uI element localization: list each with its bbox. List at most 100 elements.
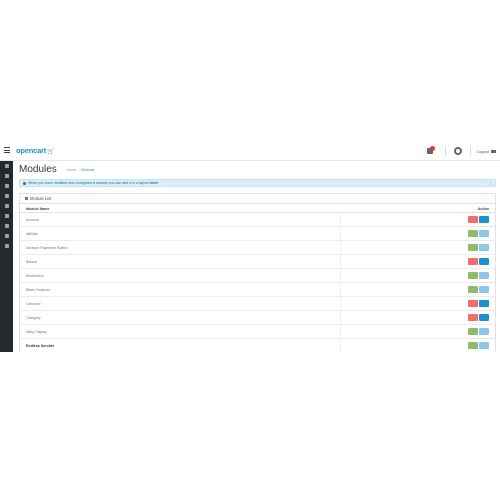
catalog-icon <box>4 174 9 178</box>
row-actions <box>467 328 489 335</box>
sidebar-item-sales[interactable] <box>0 201 13 211</box>
top-header: opencart🛒 Logout <box>0 141 500 161</box>
module-list-panel: Module List Module Name Action Account Af… <box>19 193 496 352</box>
sidebar-item-extensions[interactable] <box>0 181 13 191</box>
sidebar-item-design[interactable] <box>0 191 13 201</box>
breadcrumb: Home Modules <box>67 168 99 172</box>
install-button[interactable] <box>468 286 478 293</box>
module-name: Amazon Payments Button <box>26 246 68 250</box>
header-actions: Logout <box>426 146 496 156</box>
module-name: Endless Scroller <box>26 344 55 348</box>
sidebar-item-marketing[interactable] <box>0 221 13 231</box>
gear-icon[interactable] <box>453 147 462 155</box>
sidebar-item-customers[interactable] <box>0 211 13 221</box>
table-row: Endless Scroller <box>20 339 495 352</box>
extensions-icon <box>4 184 9 188</box>
sign-out-icon <box>491 149 496 153</box>
uninstall-button[interactable] <box>468 258 478 265</box>
logo[interactable]: opencart🛒 <box>16 146 55 155</box>
module-name: eBay Display <box>26 330 47 334</box>
info-icon <box>23 181 26 185</box>
list-icon <box>25 197 28 200</box>
table-row: Category <box>20 311 495 325</box>
install-button[interactable] <box>468 328 478 335</box>
row-actions <box>467 230 489 237</box>
panel-heading: Module List <box>20 194 495 204</box>
edit-button[interactable] <box>479 286 489 293</box>
sidebar-item-catalog[interactable] <box>0 171 13 181</box>
divider <box>444 146 446 156</box>
module-name: Account <box>26 218 39 222</box>
table-row: Carousel <box>20 297 495 311</box>
install-button[interactable] <box>468 244 478 251</box>
install-button[interactable] <box>468 272 478 279</box>
row-actions <box>467 272 489 279</box>
edit-button[interactable] <box>479 244 489 251</box>
table-header: Module Name Action <box>20 204 495 213</box>
module-name: Category <box>26 316 41 320</box>
uninstall-button[interactable] <box>468 314 478 321</box>
row-actions <box>467 342 489 349</box>
reports-icon <box>4 244 9 248</box>
edit-button[interactable] <box>479 272 489 279</box>
column-action: Action <box>477 207 489 211</box>
table-row: Account <box>20 213 495 227</box>
edit-button[interactable] <box>479 328 489 335</box>
sidebar-item-system[interactable] <box>0 231 13 241</box>
uninstall-button[interactable] <box>468 216 478 223</box>
edit-button[interactable] <box>479 314 489 321</box>
dashboard-icon <box>4 164 9 168</box>
row-actions <box>467 258 489 265</box>
row-actions <box>467 286 489 293</box>
breadcrumb-home[interactable]: Home <box>67 168 76 172</box>
module-table-body: Account Affiliate Amazon Payments Button Ba… <box>20 213 495 352</box>
logo-text: opencart <box>16 146 47 155</box>
system-icon <box>4 234 9 238</box>
page-title: Modules <box>19 164 57 175</box>
logout-button[interactable]: Logout <box>477 149 496 154</box>
module-name: Carousel <box>26 302 41 306</box>
opencart-admin-window: opencart🛒 Logout Modules Home Modules Wh… <box>0 141 500 352</box>
table-row: Affiliate <box>20 227 495 241</box>
close-icon[interactable]: × <box>490 181 492 186</box>
marketing-icon <box>4 224 9 228</box>
install-button[interactable] <box>468 342 478 349</box>
edit-button[interactable] <box>479 342 489 349</box>
main-content: Modules Home Modules When you have insta… <box>13 161 500 352</box>
divider <box>469 146 471 156</box>
edit-button[interactable] <box>479 230 489 237</box>
info-alert: When you have installed and configured a… <box>19 179 496 187</box>
install-button[interactable] <box>468 230 478 237</box>
bell-icon[interactable] <box>426 146 436 156</box>
module-name: Blank Features <box>26 288 51 292</box>
edit-button[interactable] <box>479 258 489 265</box>
alert-text: When you have installed and configured a… <box>28 181 149 185</box>
table-row: Amazon Payments Button <box>20 241 495 255</box>
row-actions <box>467 216 489 223</box>
sales-icon <box>4 204 9 208</box>
row-actions <box>467 244 489 251</box>
bars-icon[interactable] <box>4 147 10 153</box>
table-row: eBay Display <box>20 325 495 339</box>
logout-label: Logout <box>476 148 489 154</box>
uninstall-button[interactable] <box>468 300 478 307</box>
edit-button[interactable] <box>479 300 489 307</box>
sidebar <box>0 161 13 352</box>
notification-badge <box>429 146 435 151</box>
breadcrumb-modules[interactable]: Modules <box>81 168 94 172</box>
column-divider <box>340 214 341 352</box>
cart-icon: 🛒 <box>47 149 55 155</box>
alert-link[interactable]: here! <box>150 181 159 185</box>
table-row: Bestsellers <box>20 269 495 283</box>
design-icon <box>4 194 9 198</box>
module-name: Affiliate <box>26 232 38 236</box>
sidebar-item-reports[interactable] <box>0 241 13 251</box>
module-name: Bestsellers <box>26 274 44 278</box>
table-row: Blank Features <box>20 283 495 297</box>
edit-button[interactable] <box>479 216 489 223</box>
column-module-name[interactable]: Module Name <box>26 207 49 211</box>
customers-icon <box>4 214 9 218</box>
sidebar-item-dashboard[interactable] <box>0 161 13 171</box>
row-actions <box>467 300 489 307</box>
panel-title: Module List <box>30 196 52 201</box>
